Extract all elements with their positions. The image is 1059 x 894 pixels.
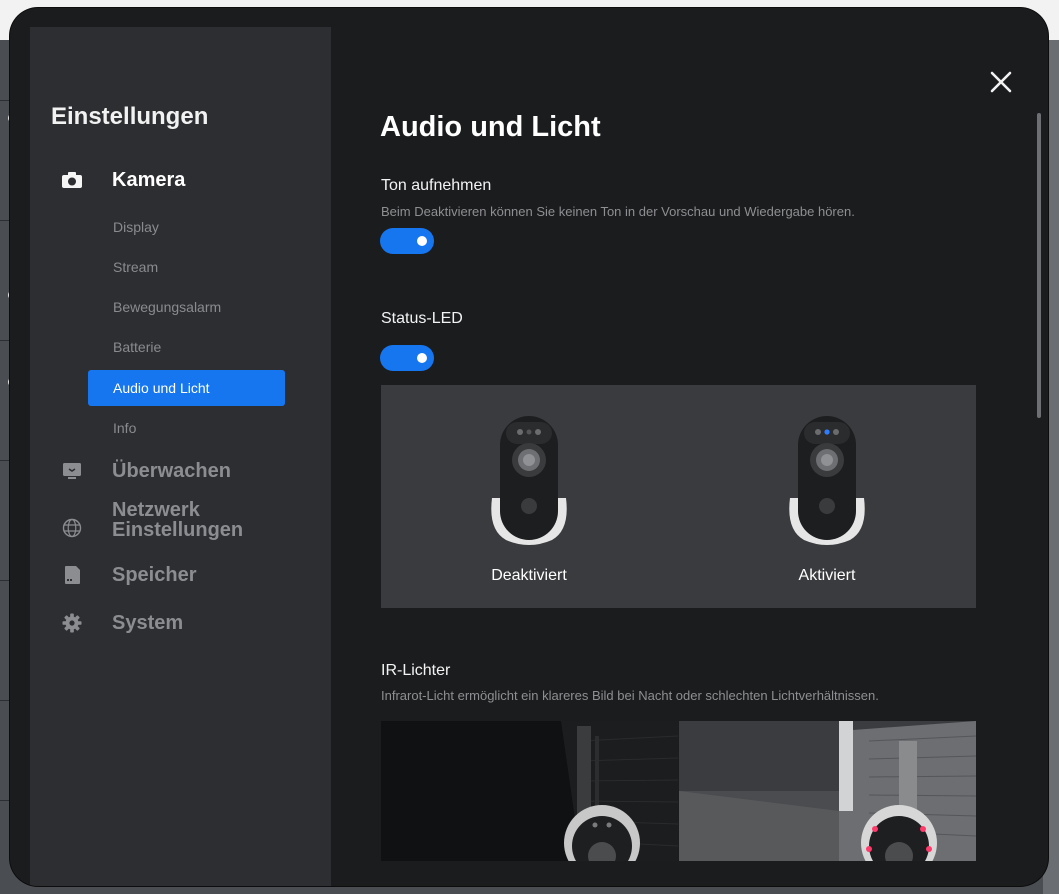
sidebar-item-label: Speicher — [112, 564, 197, 586]
sidebar-subitem-stream[interactable]: Stream — [88, 249, 285, 285]
sidebar-item-label: System — [112, 612, 184, 634]
gear-icon — [60, 611, 84, 635]
settings-sidebar — [30, 27, 331, 886]
camera-led-off-image — [484, 410, 574, 550]
settings-modal: Einstellungen Kamera Display Stream Bewe… — [10, 8, 1048, 886]
scrollbar-thumb[interactable] — [1037, 113, 1041, 418]
page-title: Audio und Licht — [380, 111, 601, 143]
sidebar-item-label: Überwachen — [112, 460, 231, 482]
sidebar-subitem-info[interactable]: Info — [88, 410, 285, 446]
toggle-knob — [417, 353, 427, 363]
sidebar-item-system[interactable]: System — [60, 611, 183, 635]
audio-record-toggle[interactable] — [380, 228, 434, 254]
sd-card-icon — [60, 563, 84, 587]
ir-lights-label: IR-Lichter — [381, 662, 451, 679]
status-led-label: Status-LED — [381, 310, 463, 327]
toggle-knob — [417, 236, 427, 246]
led-off-label: Deaktiviert — [491, 567, 567, 584]
status-led-toggle[interactable] — [380, 345, 434, 371]
status-led-preview: Deaktiviert Aktiviert — [381, 385, 976, 608]
sidebar-item-monitor[interactable]: Überwachen — [60, 459, 231, 483]
led-on-label: Aktiviert — [798, 567, 856, 584]
monitor-icon — [60, 459, 84, 483]
sidebar-title: Einstellungen — [51, 103, 209, 130]
sidebar-subitem-display[interactable]: Display — [88, 209, 285, 245]
sidebar-item-label: Netzwerk Einstellungen — [112, 499, 244, 541]
ir-on-night-image — [679, 721, 976, 861]
ir-off-night-image — [381, 721, 679, 861]
ir-lights-description: Infrarot-Licht ermöglicht ein klareres B… — [381, 688, 879, 703]
sidebar-item-storage[interactable]: Speicher — [60, 563, 196, 587]
close-icon[interactable] — [985, 68, 1017, 100]
audio-record-description: Beim Deaktivieren können Sie keinen Ton … — [381, 204, 855, 219]
sidebar-item-camera[interactable]: Kamera — [60, 168, 185, 192]
camera-led-on-image — [782, 410, 872, 550]
sidebar-item-label: Kamera — [112, 169, 186, 191]
camera-icon — [60, 168, 84, 192]
sidebar-subitem-audio-light[interactable]: Audio und Licht — [88, 370, 285, 406]
sidebar-subitem-battery[interactable]: Batterie — [88, 329, 285, 365]
sidebar-item-network[interactable]: Netzwerk Einstellungen — [60, 500, 243, 540]
sidebar-subitem-motion-alarm[interactable]: Bewegungsalarm — [88, 289, 285, 325]
audio-record-label: Ton aufnehmen — [381, 177, 492, 194]
ir-lights-preview — [381, 721, 976, 861]
globe-icon — [60, 516, 84, 540]
